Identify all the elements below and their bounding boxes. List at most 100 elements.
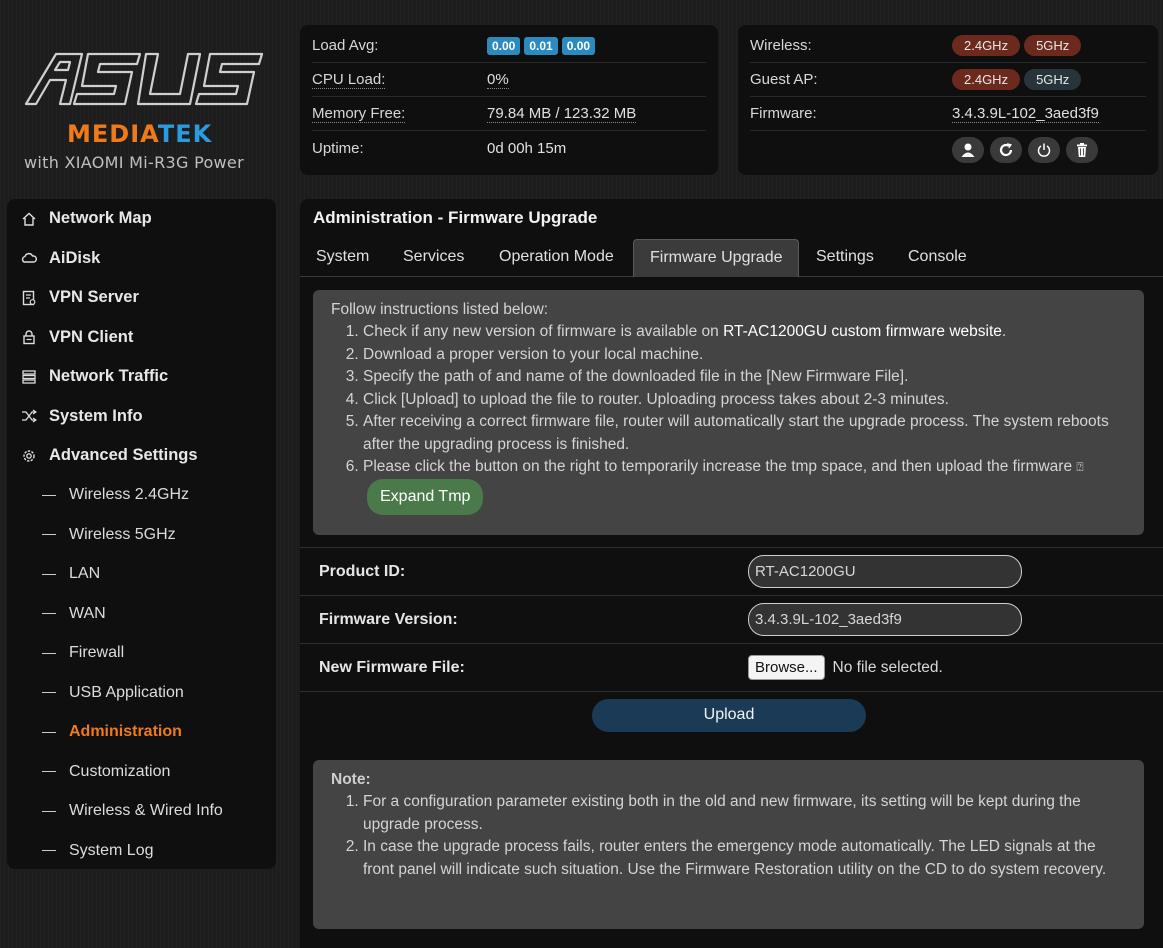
list-icon	[21, 369, 37, 385]
sidebar-item-label: Advanced Settings	[49, 446, 198, 465]
new-firmware-file-row: New Firmware File: Browse... No file sel…	[300, 643, 1163, 691]
sidebar-item-advanced-settings[interactable]: Advanced Settings	[7, 436, 276, 476]
firmware-version-row: Firmware Version:	[300, 595, 1163, 643]
tab-console[interactable]: Console	[892, 239, 983, 277]
sidebar-item-aidisk[interactable]: AiDisk	[7, 239, 276, 279]
dash-icon	[42, 613, 56, 615]
mediatek-logo: MEDIATEK	[67, 120, 213, 148]
tab-services[interactable]: Services	[387, 239, 480, 277]
instruction-step: Please click the button on the right to …	[363, 456, 1126, 515]
cloud-icon	[21, 250, 37, 266]
firmware-website-link[interactable]: RT-AC1200GU custom firmware website	[723, 323, 1002, 340]
dash-icon	[42, 494, 56, 496]
sidebar-subitem-label: Customization	[69, 762, 171, 780]
wireless-5-badge[interactable]: 5GHz	[1024, 35, 1082, 56]
expand-tmp-button[interactable]: Expand Tmp	[367, 478, 484, 515]
system-action-buttons	[750, 137, 1146, 163]
sidebar-subitem-wireless-wired-info[interactable]: Wireless & Wired Info	[7, 792, 276, 832]
instructions-list: Check if any new version of firmware is …	[331, 321, 1126, 515]
sidebar-item-system-info[interactable]: System Info	[7, 397, 276, 437]
sidebar-subitem-firewall[interactable]: Firewall	[7, 634, 276, 674]
guest-5-badge[interactable]: 5GHz	[1024, 69, 1082, 90]
cpu-load-row: CPU Load: 0%	[312, 63, 706, 97]
selected-file-status: No file selected.	[832, 658, 943, 676]
memory-free-label[interactable]: Memory Free:	[312, 105, 406, 123]
sidebar-subitem-administration[interactable]: Administration	[7, 713, 276, 753]
note-heading: Note:	[331, 771, 371, 788]
wireless-row: Wireless: 2.4GHz 5GHz	[750, 29, 1146, 63]
tab-system[interactable]: System	[300, 239, 385, 277]
sidebar-item-label: AiDisk	[49, 248, 101, 267]
power-icon[interactable]	[1028, 137, 1060, 163]
sidebar-item-label: VPN Client	[49, 327, 134, 346]
tagline: with XIAOMI Mi-R3G Power	[24, 153, 244, 172]
sidebar-subitem-system-log[interactable]: System Log	[7, 831, 276, 871]
firmware-value[interactable]: 3.4.3.9L-102_3aed3f9	[952, 105, 1099, 123]
refresh-icon[interactable]	[990, 137, 1022, 163]
sidebar-item-label: VPN Server	[49, 288, 139, 307]
sidebar-subitem-customization[interactable]: Customization	[7, 752, 276, 792]
main-panel: Administration - Firmware Upgrade System…	[300, 199, 1163, 948]
sidebar-subitem-label: WAN	[69, 604, 106, 622]
note-item: In case the upgrade process fails, route…	[363, 836, 1126, 881]
sidebar-subitem-label: USB Application	[69, 683, 184, 701]
gear-icon	[21, 448, 37, 464]
wireless-24-badge[interactable]: 2.4GHz	[952, 35, 1021, 56]
sidebar: Network Map AiDisk VPN Server VPN Client…	[7, 199, 276, 869]
sidebar-subitem-label: System Log	[69, 841, 154, 859]
sidebar-item-label: System Info	[49, 406, 143, 425]
sidebar-item-label: Network Map	[49, 209, 152, 228]
wireless-label: Wireless:	[750, 37, 812, 54]
sidebar-subitem-wan[interactable]: WAN	[7, 594, 276, 634]
guest-24-badge[interactable]: 2.4GHz	[952, 69, 1021, 90]
product-id-field[interactable]	[748, 555, 1022, 588]
instruction-step: Download a proper version to your local …	[363, 344, 1126, 367]
memory-row: Memory Free: 79.84 MB / 123.32 MB	[312, 97, 706, 131]
user-icon[interactable]	[952, 137, 984, 163]
sidebar-item-label: Network Traffic	[49, 367, 169, 386]
browse-button[interactable]: Browse...	[748, 655, 825, 680]
uptime-label: Uptime:	[312, 139, 364, 157]
tab-settings[interactable]: Settings	[800, 239, 890, 277]
sidebar-item-vpn-server[interactable]: VPN Server	[7, 278, 276, 318]
instruction-step: After receiving a correct firmware file,…	[363, 411, 1126, 456]
note-list: For a configuration parameter existing b…	[331, 791, 1126, 881]
instruction-step: Click [Upload] to upload the file to rou…	[363, 389, 1126, 412]
sidebar-item-network-traffic[interactable]: Network Traffic	[7, 357, 276, 397]
new-firmware-file-label: New Firmware File:	[319, 658, 465, 676]
tab-firmware-upgrade[interactable]: Firmware Upgrade	[633, 239, 800, 277]
firmware-label: Firmware:	[750, 105, 817, 122]
guest-ap-label: Guest AP:	[750, 71, 818, 88]
wireless-status-panel: Wireless: 2.4GHz 5GHz Guest AP: 2.4GHz 5GH…	[738, 25, 1158, 175]
sidebar-subitem-label: Wireless 2.4GHz	[69, 486, 190, 504]
load-avg-1: 0.00	[487, 36, 521, 55]
cpu-load-label[interactable]: CPU Load:	[312, 71, 386, 89]
sidebar-subitem-label: LAN	[69, 565, 101, 583]
sidebar-subitem-lan[interactable]: LAN	[7, 555, 276, 595]
load-avg-label: Load Avg:	[312, 37, 379, 54]
vpn-server-icon	[21, 290, 37, 306]
home-icon	[21, 211, 37, 227]
load-avg-row: Load Avg: 0.00 0.01 0.00	[312, 29, 706, 63]
sidebar-subitem-usb-application[interactable]: USB Application	[7, 673, 276, 713]
product-id-label: Product ID:	[319, 562, 406, 580]
dash-icon	[42, 810, 56, 812]
trash-icon[interactable]	[1066, 137, 1098, 163]
sidebar-item-vpn-client[interactable]: VPN Client	[7, 318, 276, 358]
firmware-version-field[interactable]	[748, 603, 1022, 636]
upload-button[interactable]: Upload	[592, 699, 866, 732]
uptime-value: 0d 00h 15m	[487, 139, 567, 157]
note-panel: Note: For a configuration parameter exis…	[313, 760, 1144, 929]
instruction-step: Check if any new version of firmware is …	[363, 321, 1126, 344]
shuffle-icon	[21, 408, 37, 424]
instructions-panel: Follow instructions listed below: Check …	[313, 290, 1144, 535]
tab-bar: System Services Operation Mode Firmware …	[300, 239, 1163, 277]
sidebar-subitem-wireless-5[interactable]: Wireless 5GHz	[7, 515, 276, 555]
tab-operation-mode[interactable]: Operation Mode	[483, 239, 630, 277]
dash-icon	[42, 573, 56, 575]
sidebar-item-network-map[interactable]: Network Map	[7, 199, 276, 239]
sidebar-subitem-wireless-24[interactable]: Wireless 2.4GHz	[7, 476, 276, 516]
instruction-step: Specify the path of and name of the down…	[363, 366, 1126, 389]
memory-free-value: 79.84 MB / 123.32 MB	[487, 104, 637, 123]
firmware-row: Firmware: 3.4.3.9L-102_3aed3f9	[750, 97, 1146, 131]
